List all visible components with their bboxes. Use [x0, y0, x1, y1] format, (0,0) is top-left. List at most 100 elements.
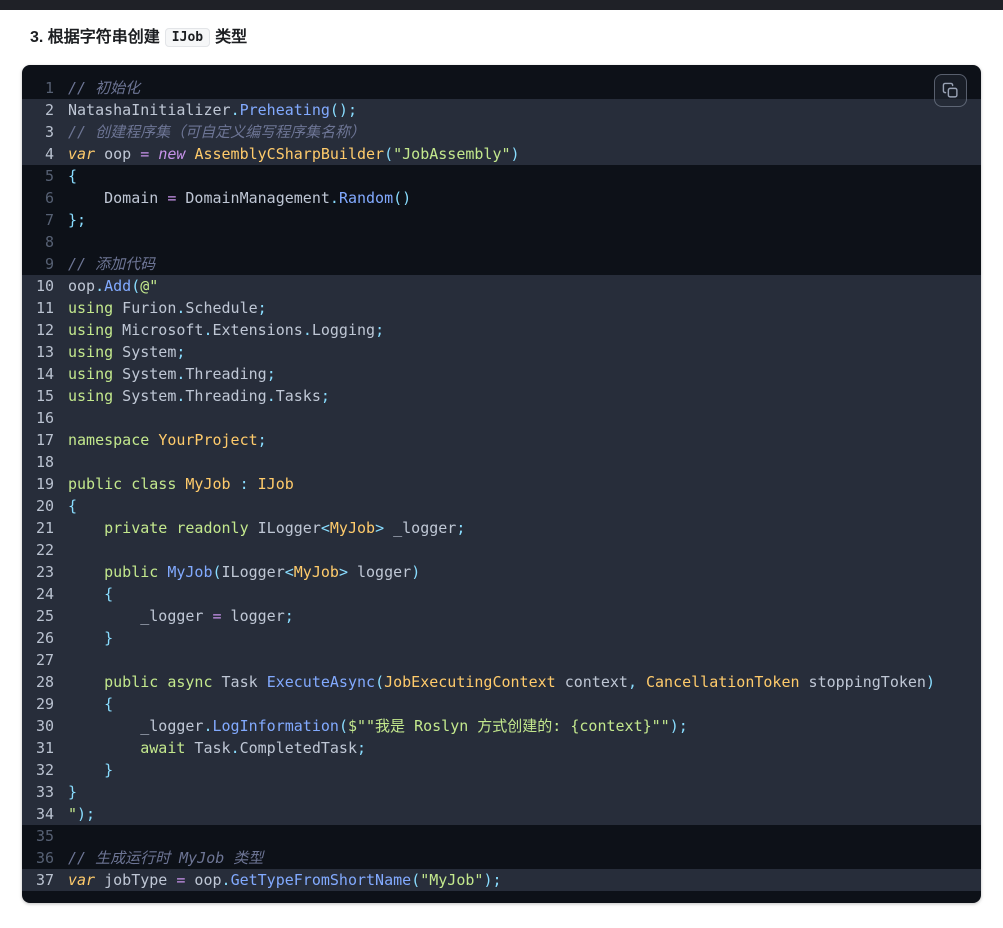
line-number: 31: [35, 739, 54, 757]
code-token: _logger: [68, 717, 204, 735]
line-number: 11: [35, 299, 54, 317]
code-line: 10 oop.Add(@": [22, 275, 981, 297]
code-token: MyJob: [293, 563, 339, 581]
code-line-text: Domain = DomainManagement.Random(): [68, 187, 411, 209]
code-line: 35: [22, 825, 981, 847]
code-line-text: var jobType = oop.GetTypeFromShortName("…: [68, 869, 502, 891]
code-token: // 生成运行时 MyJob 类型: [68, 849, 264, 867]
line-number: 2: [44, 101, 54, 119]
code-token: .: [302, 321, 312, 339]
code-token: ;: [284, 607, 294, 625]
code-token: .: [230, 739, 240, 757]
code-line-text: using Microsoft.Extensions.Logging;: [68, 319, 384, 341]
code-token: );: [483, 871, 502, 889]
code-token: CancellationToken: [646, 673, 800, 691]
code-token: (: [212, 563, 222, 581]
code-token: System: [113, 387, 177, 405]
code-line: 5{: [22, 165, 981, 187]
code-line-text: // 初始化: [68, 77, 140, 99]
code-line: 32 }: [22, 759, 981, 781]
code-line-text: {: [68, 495, 77, 517]
code-token: }: [68, 783, 78, 801]
code-token: private: [104, 519, 168, 537]
line-number: 5: [44, 167, 54, 185]
code-line-text: await Task.CompletedTask;: [68, 737, 366, 759]
code-token: "MyJob": [420, 871, 484, 889]
code-line: 31 await Task.CompletedTask;: [22, 737, 981, 759]
line-number: 16: [35, 409, 54, 427]
code-token: ;: [257, 299, 267, 317]
code-line: 20 {: [22, 495, 981, 517]
code-line: 18: [22, 451, 981, 473]
code-line-text: NatashaInitializer.Preheating();: [68, 99, 357, 121]
code-token: Schedule: [185, 299, 258, 317]
code-token: MyJob: [167, 563, 213, 581]
code-token: logger: [221, 607, 285, 625]
code-token: ;: [375, 321, 385, 339]
line-number: 10: [35, 277, 54, 295]
code-token: using: [68, 299, 114, 317]
code-token: Extensions: [212, 321, 303, 339]
code-token: <: [320, 519, 330, 537]
line-number: 12: [35, 321, 54, 339]
line-number: 21: [35, 519, 54, 537]
copy-code-button[interactable]: [934, 74, 967, 107]
line-number: 36: [35, 849, 54, 867]
code-token: (: [411, 871, 421, 889]
copy-icon: [942, 82, 959, 99]
line-number: 27: [35, 651, 54, 669]
code-token: =: [212, 607, 222, 625]
code-line-text: }: [68, 781, 77, 803]
code-token: class: [131, 475, 177, 493]
code-line-text: using System.Threading;: [68, 363, 276, 385]
code-token: _logger: [68, 607, 213, 625]
code-token: (: [375, 673, 385, 691]
code-token: JobExecutingContext: [384, 673, 556, 691]
code-token: Task: [212, 673, 267, 691]
line-number: 22: [35, 541, 54, 559]
code-lines: 1// 初始化 2 NatashaInitializer.Preheating();…: [22, 77, 981, 891]
code-line-text: _logger.LogInformation($""我是 Roslyn 方式创建…: [68, 715, 688, 737]
code-line: 33}: [22, 781, 981, 803]
code-line-text: public async Task ExecuteAsync(JobExecut…: [68, 671, 935, 693]
code-token: ;: [357, 739, 367, 757]
code-block: 1// 初始化 2 NatashaInitializer.Preheating();…: [22, 65, 981, 903]
code-line: 8: [22, 231, 981, 253]
code-token: ): [510, 145, 520, 163]
line-number: 17: [35, 431, 54, 449]
code-line: 1 // 初始化: [22, 77, 981, 99]
code-line: 14 using System.Threading;: [22, 363, 981, 385]
code-token: );: [77, 805, 96, 823]
code-token: ;: [257, 431, 267, 449]
line-number: 25: [35, 607, 54, 625]
code-line: 6 Domain = DomainManagement.Random(): [22, 187, 981, 209]
code-token: LogInformation: [212, 717, 339, 735]
code-line: 11 using Furion.Schedule;: [22, 297, 981, 319]
code-token: }: [68, 761, 114, 779]
code-line: 27: [22, 649, 981, 671]
code-token: Furion: [113, 299, 177, 317]
code-token: Random: [338, 189, 394, 207]
code-token: AssemblyCSharpBuilder: [194, 145, 385, 163]
code-token: .: [266, 387, 276, 405]
code-line: 34 ");: [22, 803, 981, 825]
code-token: .: [203, 717, 213, 735]
code-line: 17 namespace YourProject;: [22, 429, 981, 451]
code-token: ": [68, 805, 78, 823]
code-token: >: [338, 563, 348, 581]
line-number: 7: [44, 211, 54, 229]
code-token: namespace: [68, 431, 150, 449]
code-token: GetTypeFromShortName: [230, 871, 412, 889]
code-line: 23 public MyJob(ILogger<MyJob> logger): [22, 561, 981, 583]
code-line-text: // 添加代码: [68, 253, 155, 275]
code-token: ;: [176, 343, 186, 361]
line-number: 24: [35, 585, 54, 603]
code-line: 25 _logger = logger;: [22, 605, 981, 627]
section-heading: 3. 根据字符串创建 IJob 类型: [30, 27, 1003, 49]
code-token: {: [68, 167, 78, 185]
code-line: 22: [22, 539, 981, 561]
